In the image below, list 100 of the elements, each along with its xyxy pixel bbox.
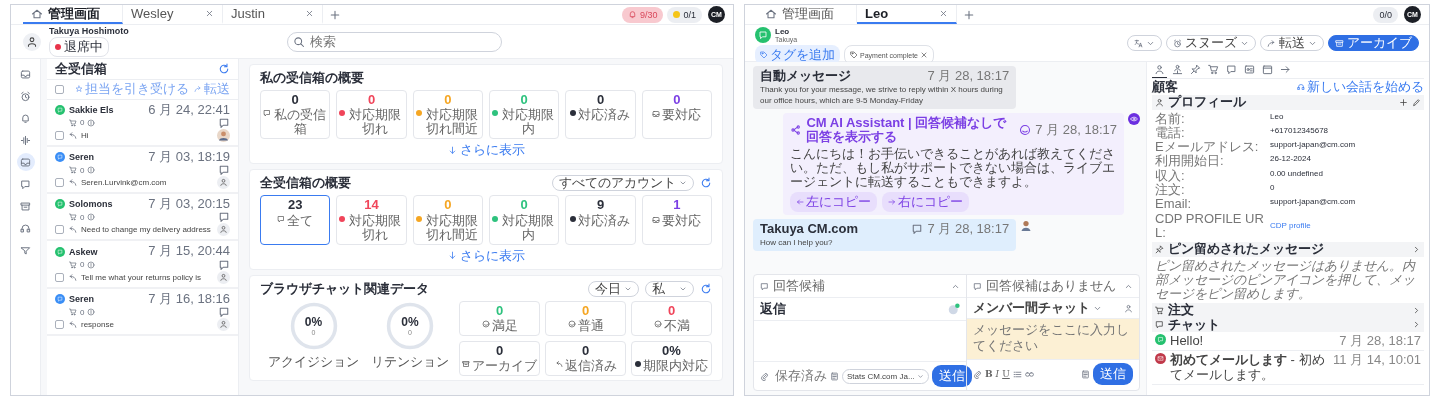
info-icon	[87, 166, 96, 175]
tab[interactable]: Leo	[857, 5, 957, 24]
translate-dropdown[interactable]	[1127, 35, 1162, 51]
message-preview: Need to change my delivery address	[81, 225, 212, 235]
info-icon	[87, 308, 96, 317]
stat-card[interactable]: 0 対応期限切れ間近	[412, 195, 483, 245]
show-more-link[interactable]: さらに表示	[447, 141, 525, 160]
chat-icon[interactable]	[218, 164, 230, 177]
close-icon[interactable]	[305, 9, 314, 18]
checkbox[interactable]	[55, 320, 64, 330]
template-icon[interactable]	[830, 371, 839, 381]
add-icon[interactable]	[1399, 97, 1408, 107]
search-field[interactable]: 検索	[286, 31, 502, 52]
edit-icon[interactable]	[1412, 97, 1421, 107]
copy-button[interactable]: 左にコピー	[790, 191, 878, 212]
profile-link[interactable]: CDP profile	[1270, 211, 1421, 241]
add-tag-button[interactable]: タグを追加	[755, 45, 840, 65]
channel-dropdown[interactable]: メンバー間チャット	[973, 300, 1102, 316]
sidebar-tab[interactable]	[1152, 63, 1167, 78]
chat-history-item[interactable]: 初めてメールします - 初めてメールします。 11 月 14, 10:01	[1152, 351, 1424, 385]
close-icon[interactable]	[205, 9, 214, 18]
period-dropdown[interactable]: 今日	[588, 280, 640, 297]
add-tab-icon[interactable]	[963, 8, 975, 21]
paperclip-icon[interactable]	[760, 371, 769, 381]
checkbox[interactable]	[55, 225, 64, 235]
tab[interactable]: Justin	[223, 5, 323, 24]
chevron-right-icon[interactable]	[1412, 244, 1421, 254]
stat-card[interactable]: 0 対応期限切れ	[336, 90, 407, 140]
refresh-icon[interactable]	[700, 282, 712, 295]
owner-dropdown[interactable]: 私	[645, 280, 694, 297]
tab[interactable]: 管理画面	[23, 5, 123, 24]
status-selector[interactable]: 退席中	[49, 37, 109, 57]
paperclip-icon[interactable]	[973, 369, 982, 379]
checkbox[interactable]	[55, 178, 64, 188]
format-button[interactable]: I	[995, 369, 1000, 379]
contact-name: Seren	[69, 293, 95, 304]
forward-dropdown[interactable]: 転送	[1260, 35, 1324, 51]
stat-card[interactable]: 1 要対応	[641, 195, 712, 245]
stat-card[interactable]: 9 対応済み	[565, 195, 636, 245]
stat-value: 0	[673, 93, 681, 108]
format-button[interactable]: U	[1002, 369, 1010, 379]
list-icon[interactable]	[1012, 369, 1022, 379]
snooze-dropdown[interactable]: スヌーズ	[1166, 35, 1256, 51]
chat-icon[interactable]	[218, 211, 230, 224]
chat-icon[interactable]	[218, 258, 230, 271]
tab[interactable]: 管理画面	[757, 5, 857, 24]
format-button[interactable]: B	[985, 369, 993, 379]
tag-icon	[760, 51, 768, 59]
archive-button[interactable]: アーカイブ	[1328, 35, 1419, 51]
channel-icon	[755, 27, 771, 43]
send-button[interactable]: 送信	[931, 365, 972, 387]
checkbox[interactable]	[55, 272, 64, 282]
stat-card[interactable]: 0 私の受信箱	[260, 90, 331, 140]
chat-icon[interactable]	[218, 306, 230, 319]
chat-history-item[interactable]: Hello! 7 月 28, 18:17	[1152, 332, 1424, 352]
stat-card[interactable]: 0 対応期限内	[489, 90, 560, 140]
smiley-icon	[567, 320, 576, 328]
chat-icon[interactable]	[218, 116, 230, 129]
copy-button[interactable]: 右にコピー	[882, 191, 970, 212]
id-card-icon	[1244, 64, 1255, 75]
stat-card[interactable]: 0 要対応	[641, 90, 712, 140]
stat-card[interactable]: 14 対応期限切れ	[336, 195, 407, 245]
new-conversation-link[interactable]: 新しい会話を始める	[1297, 80, 1424, 95]
bell-icon	[627, 10, 637, 19]
select-all-checkbox[interactable]	[55, 84, 64, 94]
field-value: 0	[1270, 183, 1276, 195]
suggestion-bar[interactable]: 回答候補	[754, 275, 966, 298]
stat-label: 対応期限内	[501, 213, 556, 242]
close-icon[interactable]	[939, 9, 948, 18]
conversation-item[interactable]: Askew 7 月 15, 20:44 0 Tell me what your returns policy is	[47, 241, 238, 289]
reply-icon	[68, 130, 77, 140]
nav-button[interactable]	[16, 153, 35, 171]
send-button[interactable]: 送信	[1093, 363, 1133, 385]
field-label: 名前:	[1155, 111, 1186, 126]
refresh-icon[interactable]	[700, 177, 712, 190]
stat-card[interactable]: 0 対応期限内	[489, 195, 560, 245]
show-more-link[interactable]: さらに表示	[447, 246, 525, 265]
add-tab-icon[interactable]	[329, 8, 341, 21]
stat-card[interactable]: 0 対応済み	[565, 90, 636, 140]
stat-value: 0	[667, 303, 676, 318]
stat-card[interactable]: 23 全て	[260, 195, 331, 245]
reply-icon	[68, 225, 77, 235]
counter-badge[interactable]: 0/0	[1373, 6, 1398, 23]
tab[interactable]: Wesley	[123, 5, 223, 24]
message-input[interactable]: メッセージをここに入力してください	[967, 319, 1139, 359]
coin-badge[interactable]: 0/1	[667, 6, 702, 23]
account-dropdown[interactable]: すべてのアカウント	[552, 175, 694, 192]
link-icon[interactable]	[1024, 369, 1034, 379]
refresh-icon[interactable]	[218, 63, 230, 76]
sender-dropdown[interactable]: Stats CM.com Ja...	[842, 368, 929, 384]
conversation-item[interactable]: Sakkie Els 6 月 24, 22:41 0 Hi	[47, 99, 238, 147]
template-icon[interactable]	[1081, 369, 1090, 379]
chat-preview: 初めてメールします - 初めてメールします。	[1170, 353, 1326, 382]
checkbox[interactable]	[55, 130, 64, 140]
conversation-item[interactable]: Solomons 7 月 03, 20:15 0 Need to change my delivery address	[47, 194, 238, 242]
conversation-item[interactable]: Seren 7 月 16, 18:16 0 response	[47, 288, 238, 337]
stat-value: 0	[291, 93, 299, 108]
suggestion-bar[interactable]: 回答候補はありません	[967, 275, 1139, 298]
conversation-item[interactable]: Seren 7 月 03, 18:19 0 Seren.Lurvink@cm.com	[47, 146, 238, 195]
stat-card[interactable]: 0 対応期限切れ間近	[412, 90, 483, 140]
